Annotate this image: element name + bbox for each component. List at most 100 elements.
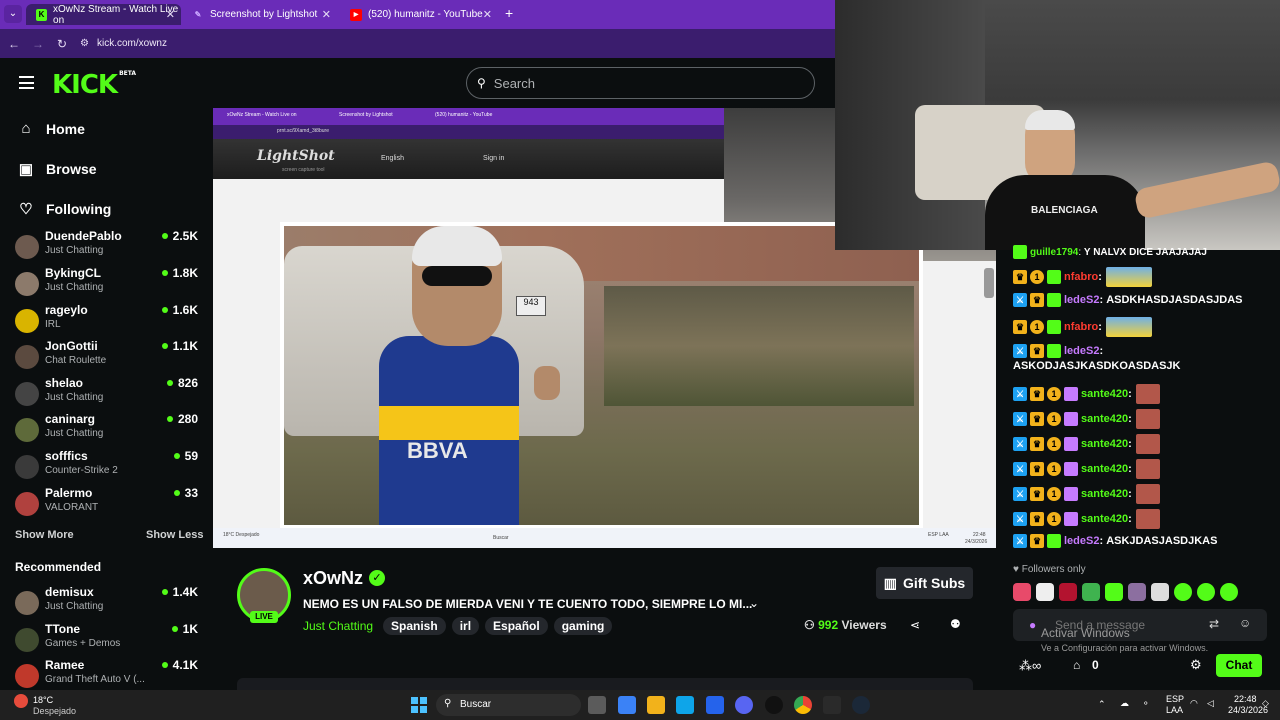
steam-icon[interactable]: [852, 696, 870, 714]
chat-send-button[interactable]: Chat: [1216, 654, 1262, 677]
chat-username[interactable]: guille1794: [1030, 247, 1078, 258]
mic-icon[interactable]: ●: [1029, 618, 1036, 632]
browse-icon: ▣: [18, 161, 34, 178]
channel-item[interactable]: TTone Games + Demos 1K: [15, 622, 200, 656]
channel-points-icon[interactable]: ⁂∞: [1019, 658, 1041, 674]
translate-icon[interactable]: ⇄: [1209, 617, 1219, 631]
search-input[interactable]: ⚲ Search: [466, 67, 815, 99]
share-icon[interactable]: ⋖: [910, 618, 920, 632]
sidebar-item-home[interactable]: ⌂ Home: [18, 120, 84, 137]
chat-message: ⚔ ♛ 1 sante420:: [1013, 434, 1160, 454]
task-view-icon[interactable]: [588, 696, 606, 714]
avatar: [15, 628, 39, 652]
chevron-up-icon[interactable]: ⌃: [1098, 699, 1106, 710]
discord-icon[interactable]: [735, 696, 753, 714]
chat-username[interactable]: ledeS2: [1064, 535, 1099, 547]
channel-item[interactable]: caninarg Just Chatting 280: [15, 412, 200, 446]
emote-icon[interactable]: [1082, 583, 1100, 601]
store-icon[interactable]: [706, 696, 724, 714]
store-icon[interactable]: ⌂: [1073, 658, 1080, 672]
clock-time[interactable]: 22:48: [1234, 694, 1257, 704]
tag[interactable]: gaming: [553, 617, 613, 635]
chat-username[interactable]: sante420: [1081, 513, 1128, 525]
emote-icon[interactable]: [1105, 583, 1123, 601]
channel-item[interactable]: demisux Just Chatting 1.4K: [15, 585, 200, 619]
url-field[interactable]: kick.com/xownz: [97, 38, 167, 49]
emote-icon[interactable]: [1036, 583, 1054, 601]
back-icon[interactable]: ←: [2, 37, 26, 51]
emoji-icon[interactable]: ☺: [1239, 616, 1251, 630]
site-info-icon[interactable]: ⚙: [80, 38, 89, 49]
tab-youtube[interactable]: ▶ (520) humanitz - YouTube ✕: [340, 4, 498, 25]
emote-icon[interactable]: [1128, 583, 1146, 601]
channel-item[interactable]: JonGottii Chat Roulette 1.1K: [15, 339, 200, 373]
menu-icon[interactable]: [19, 76, 34, 89]
emote-icon[interactable]: [1174, 583, 1192, 601]
chat-username[interactable]: nfabro: [1064, 321, 1098, 333]
channel-item[interactable]: rageylo IRL 1.6K: [15, 303, 200, 337]
forward-icon[interactable]: →: [26, 37, 50, 51]
chrome-icon[interactable]: [794, 696, 812, 714]
viewer-value: 1.6K: [172, 303, 198, 317]
gift-subs-button[interactable]: ▥ Gift Subs: [876, 567, 973, 599]
user-options-icon[interactable]: ⚉: [950, 617, 961, 631]
crown-icon: ♛: [1013, 270, 1027, 284]
streamer-name[interactable]: xOwNz: [303, 568, 363, 589]
tab-list-dropdown[interactable]: ⌄: [4, 5, 22, 23]
emote-icon[interactable]: [1197, 583, 1215, 601]
wifi-icon[interactable]: ◠: [1190, 698, 1198, 709]
settings-icon[interactable]: ⚙: [1190, 657, 1202, 673]
epic-games-icon[interactable]: [823, 696, 841, 714]
channel-item[interactable]: Ramee Grand Theft Auto V (... 4.1K: [15, 658, 200, 692]
kick-logo[interactable]: KICK BETA: [52, 70, 136, 100]
sidebar-item-following[interactable]: ♡ Following: [18, 200, 111, 218]
stream-category[interactable]: Just Chatting: [303, 619, 373, 633]
chevron-down-icon[interactable]: ⌄: [749, 596, 759, 610]
emote-icon[interactable]: [1013, 583, 1031, 601]
close-icon[interactable]: ✕: [322, 8, 331, 21]
microphone-icon[interactable]: ⚬: [1142, 698, 1150, 709]
show-less-button[interactable]: Show Less: [146, 529, 203, 541]
chat-username[interactable]: ledeS2: [1064, 294, 1099, 306]
new-tab-button[interactable]: +: [505, 5, 513, 21]
lang-top[interactable]: ESP: [1166, 694, 1184, 704]
emote-icon[interactable]: [1059, 583, 1077, 601]
chat-username[interactable]: sante420: [1081, 413, 1128, 425]
chat-username[interactable]: nfabro: [1064, 271, 1098, 283]
show-more-button[interactable]: Show More: [15, 529, 74, 541]
channel-item[interactable]: sofffics Counter-Strike 2 59: [15, 449, 200, 483]
chat-username[interactable]: sante420: [1081, 488, 1128, 500]
tag[interactable]: Español: [485, 617, 548, 635]
emote-icon[interactable]: [1151, 583, 1169, 601]
volume-icon[interactable]: ◁: [1207, 698, 1214, 709]
chat-username[interactable]: sante420: [1081, 438, 1128, 450]
chat-username[interactable]: ledeS2: [1064, 345, 1099, 357]
lang-bottom[interactable]: LAA: [1166, 705, 1183, 715]
live-dot: [161, 307, 168, 313]
channel-item[interactable]: shelao Just Chatting 826: [15, 376, 200, 410]
channel-item[interactable]: DuendePablo Just Chatting 2.5K: [15, 229, 200, 263]
notification-icon[interactable]: ◇: [1262, 698, 1269, 709]
windows-start-icon[interactable]: [411, 697, 427, 713]
channel-item[interactable]: BykingCL Just Chatting 1.8K: [15, 266, 200, 300]
scrollbar-thumb[interactable]: [984, 268, 994, 298]
weather-icon[interactable]: [14, 694, 28, 708]
close-icon[interactable]: ✕: [483, 8, 492, 21]
close-icon[interactable]: ✕: [166, 8, 175, 21]
chat-username[interactable]: sante420: [1081, 463, 1128, 475]
channel-item[interactable]: Palermo VALORANT 33: [15, 486, 200, 520]
network-icon[interactable]: ☁: [1120, 698, 1129, 709]
tab-kick[interactable]: K xOwNz Stream - Watch Live on ✕: [26, 4, 181, 26]
file-explorer-icon[interactable]: [647, 696, 665, 714]
taskbar-search[interactable]: ⚲ Buscar: [436, 694, 581, 716]
sidebar-item-browse[interactable]: ▣ Browse: [18, 160, 97, 178]
tab-lightshot[interactable]: ✎ Screenshot by Lightshot ✕: [182, 4, 337, 25]
tag[interactable]: irl: [451, 617, 480, 635]
tag[interactable]: Spanish: [383, 617, 446, 635]
edge-icon[interactable]: [676, 696, 694, 714]
chat-username[interactable]: sante420: [1081, 388, 1128, 400]
reload-icon[interactable]: ↻: [50, 37, 74, 51]
app-icon[interactable]: [765, 696, 783, 714]
emote-icon[interactable]: [1220, 583, 1238, 601]
copilot-icon[interactable]: [618, 696, 636, 714]
